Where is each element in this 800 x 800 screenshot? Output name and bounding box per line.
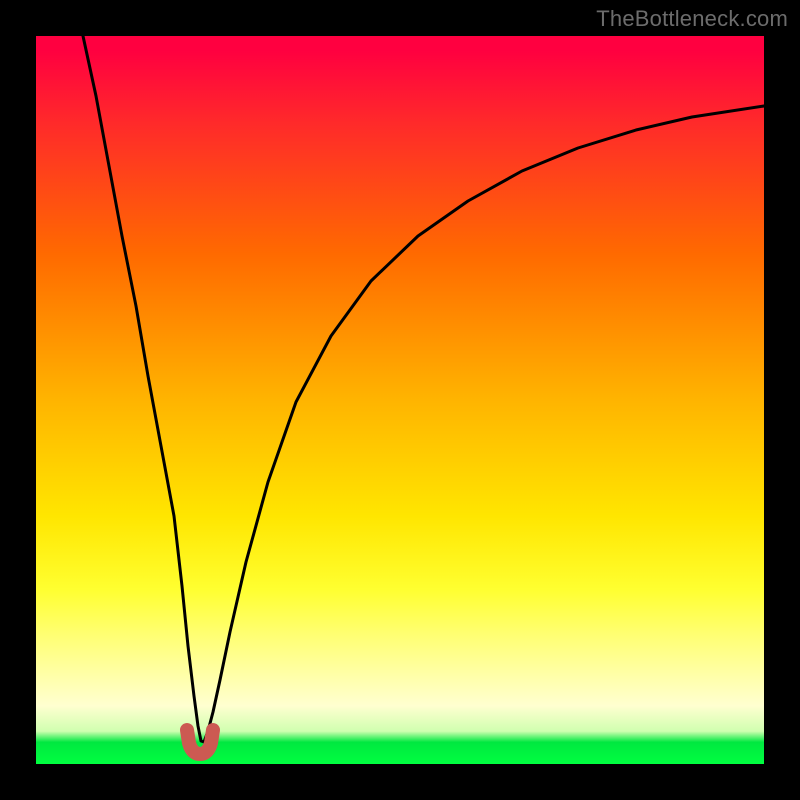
plot-area — [36, 36, 764, 764]
bottleneck-curve — [83, 36, 764, 742]
curve-layer — [36, 36, 764, 764]
watermark: TheBottleneck.com — [596, 6, 788, 32]
chart-frame: TheBottleneck.com — [0, 0, 800, 800]
